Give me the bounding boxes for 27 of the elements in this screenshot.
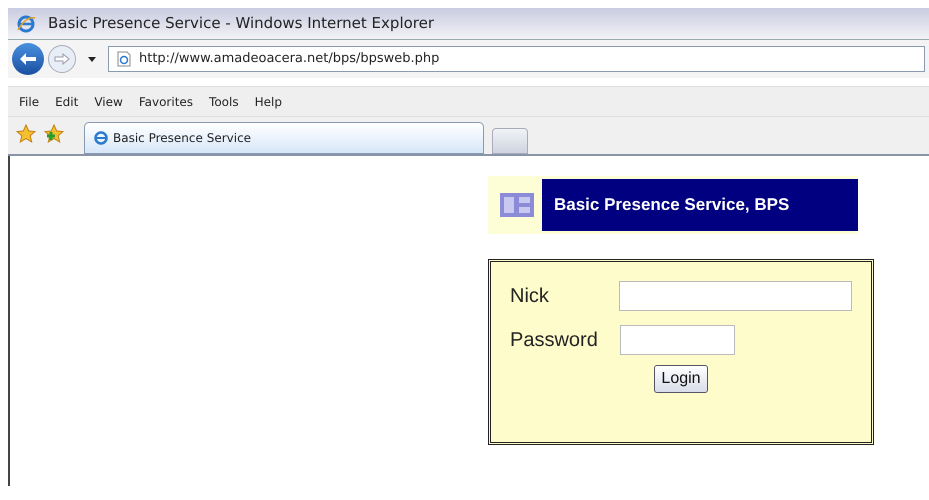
field-label: Password bbox=[510, 328, 599, 353]
logo-icon bbox=[500, 191, 534, 219]
login-button[interactable]: Login bbox=[654, 365, 708, 393]
menu-item[interactable]: File bbox=[19, 92, 40, 110]
back-button[interactable] bbox=[12, 43, 44, 75]
left-arrow-icon bbox=[19, 52, 37, 66]
banner-title: Basic Presence Service, BPS bbox=[554, 194, 790, 216]
right-arrow-icon bbox=[54, 53, 70, 65]
favorites-star-icon[interactable] bbox=[16, 124, 36, 144]
browser-logo-icon bbox=[16, 14, 36, 34]
menu-item[interactable]: Favorites bbox=[138, 92, 194, 110]
menu-item[interactable]: Help bbox=[254, 92, 282, 110]
page-icon bbox=[117, 51, 131, 67]
address-field[interactable]: http://www.amadeoacera.net/bps/bpsweb.php bbox=[108, 46, 925, 72]
window-title: Basic Presence Service - Windows Internet Explorer bbox=[48, 13, 434, 34]
menu-item[interactable]: View bbox=[94, 92, 123, 110]
menu-item[interactable]: Tools bbox=[209, 92, 239, 110]
input-field[interactable] bbox=[618, 281, 852, 311]
dropdown-caret-icon[interactable] bbox=[88, 56, 96, 62]
browser-tab[interactable]: Basic Presence Service bbox=[84, 122, 484, 154]
menu-item[interactable]: Edit bbox=[55, 92, 78, 110]
tab-page-icon bbox=[93, 130, 109, 146]
new-tab-button[interactable] bbox=[492, 128, 528, 154]
field-label: Nick bbox=[510, 284, 550, 309]
input-field[interactable] bbox=[620, 325, 735, 355]
url-text: http://www.amadeoacera.net/bps/bpsweb.php bbox=[139, 50, 440, 68]
add-favorite-icon[interactable] bbox=[44, 124, 64, 144]
